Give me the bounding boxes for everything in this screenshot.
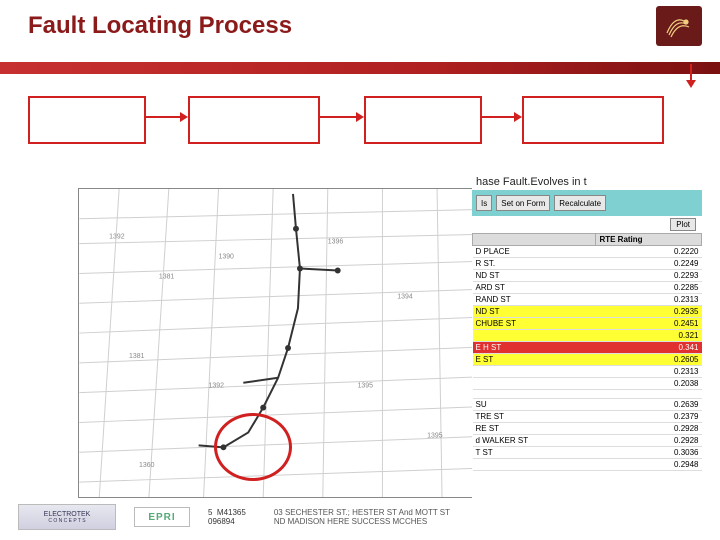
- content-area: 1392 1381 1390 1396 1394 1381 1392 1395 1395…: [18, 174, 702, 504]
- svg-text:1394: 1394: [397, 293, 413, 300]
- table-row[interactable]: T ST0.3036: [473, 447, 702, 459]
- table-row[interactable]: 0.2948: [473, 459, 702, 471]
- electrotek-logo-text: ELECTROTEK: [44, 511, 91, 518]
- footer: ELECTROTEK C O N C E P T S EPRI 5 M41365…: [18, 500, 702, 534]
- process-flow: [28, 88, 692, 168]
- results-table: RTE Rating D PLACE0.2220R ST.0.2249ND ST…: [472, 233, 702, 471]
- svg-text:1381: 1381: [159, 273, 175, 280]
- svg-text:1395: 1395: [427, 432, 443, 439]
- electrotek-logo-subtext: C O N C E P T S: [48, 518, 85, 524]
- fault-location-circle: [214, 413, 292, 481]
- col-header-location: [473, 234, 596, 246]
- footer-address: 03 SECHESTER ST.; HESTER ST And MOTT ST …: [264, 508, 702, 526]
- table-row[interactable]: ND ST0.2935: [473, 306, 702, 318]
- plot-button[interactable]: Plot: [670, 218, 696, 231]
- slide: Fault Locating Process: [0, 0, 720, 540]
- table-row[interactable]: TRE ST0.2379: [473, 411, 702, 423]
- flow-arrow-down-head: [686, 80, 696, 88]
- table-row[interactable]: 0.2038: [473, 378, 702, 390]
- toolbar: Is Set on Form Recalculate: [472, 190, 702, 216]
- toolbar-button-setform[interactable]: Set on Form: [496, 195, 550, 211]
- footer-ids: 5 M41365 096894: [208, 508, 246, 526]
- svg-text:1396: 1396: [328, 239, 344, 246]
- epri-logo: EPRI: [134, 507, 190, 527]
- flow-box-1: [28, 96, 146, 144]
- table-row[interactable]: CHUBE ST0.2451: [473, 318, 702, 330]
- map-pane: 1392 1381 1390 1396 1394 1381 1392 1395 1395…: [78, 188, 508, 498]
- results-pane: hase Fault.Evolves in t Is Set on Form R…: [472, 174, 702, 512]
- col-header-rating: RTE Rating: [596, 234, 702, 246]
- divider-bar: [0, 62, 720, 74]
- table-row[interactable]: d WALKER ST0.2928: [473, 435, 702, 447]
- table-row[interactable]: 0.321: [473, 330, 702, 342]
- flow-box-4: [522, 96, 664, 144]
- table-row[interactable]: R ST.0.2249: [473, 258, 702, 270]
- svg-text:1360: 1360: [139, 462, 155, 469]
- table-row[interactable]: [473, 390, 702, 399]
- table-row[interactable]: RE ST0.2928: [473, 423, 702, 435]
- svg-text:1395: 1395: [358, 383, 374, 390]
- toolbar-button-1[interactable]: Is: [476, 195, 492, 211]
- page-title: Fault Locating Process: [28, 12, 720, 40]
- street-map: 1392 1381 1390 1396 1394 1381 1392 1395 1395…: [79, 189, 507, 497]
- table-row[interactable]: RAND ST0.2313: [473, 294, 702, 306]
- table-row[interactable]: 0.2313: [473, 366, 702, 378]
- table-row[interactable]: D PLACE0.2220: [473, 246, 702, 258]
- svg-text:1390: 1390: [218, 254, 234, 261]
- table-row[interactable]: SU0.2639: [473, 399, 702, 411]
- toolbar-button-recalculate[interactable]: Recalculate: [554, 195, 606, 211]
- table-row[interactable]: ARD ST0.2285: [473, 282, 702, 294]
- flow-box-2: [188, 96, 320, 144]
- flow-box-3: [364, 96, 482, 144]
- table-row[interactable]: ND ST0.2293: [473, 270, 702, 282]
- svg-text:1392: 1392: [209, 383, 225, 390]
- window-title: hase Fault.Evolves in t: [472, 174, 702, 190]
- table-row[interactable]: E ST0.2605: [473, 354, 702, 366]
- brand-logo: [656, 6, 702, 46]
- plot-row: Plot: [472, 216, 702, 233]
- title-area: Fault Locating Process: [0, 0, 720, 60]
- table-row[interactable]: E H ST0.341: [473, 342, 702, 354]
- svg-text:1381: 1381: [129, 353, 145, 360]
- svg-text:1392: 1392: [109, 234, 125, 241]
- electrotek-logo: ELECTROTEK C O N C E P T S: [18, 504, 116, 530]
